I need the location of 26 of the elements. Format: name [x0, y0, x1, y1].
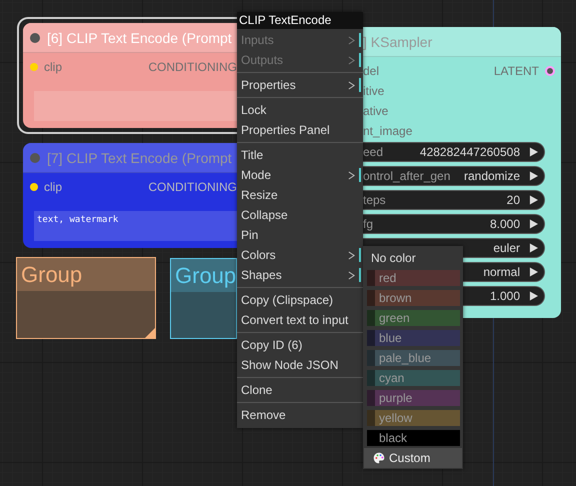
group-title: Group: [175, 262, 236, 288]
input-label: clip: [44, 180, 62, 194]
menu-title: CLIP TextEncode: [237, 12, 363, 29]
input-label: itive: [363, 84, 384, 98]
widget-label: fg: [363, 217, 374, 231]
node-title: [6] CLIP Text Encode (Prompt: [47, 30, 232, 46]
input-label: del: [363, 64, 380, 78]
widget-value: 1.000: [490, 289, 521, 303]
input-label: nt_image: [363, 124, 412, 138]
widget-label: teps: [363, 193, 386, 207]
widget-label: ontrol_after_gen: [363, 169, 450, 183]
widget-value: randomize: [464, 169, 521, 183]
input-label: clip: [44, 60, 62, 74]
widget-value: 20: [506, 193, 521, 207]
widget-value: euler: [493, 241, 521, 255]
node-title: [7] CLIP Text Encode (Prompt: [47, 150, 232, 166]
widget-label: eed: [363, 145, 384, 159]
output-label: CONDITIONING: [148, 60, 237, 74]
widget-value: 428282447260508: [420, 145, 521, 159]
output-label: CONDITIONING: [148, 180, 237, 194]
output-label: LATENT: [494, 64, 539, 78]
widget-value: normal: [483, 265, 521, 279]
group-title: Group: [21, 262, 82, 288]
input-label: ative: [363, 104, 388, 118]
widget-value: 8.000: [490, 217, 521, 231]
node-title: ] KSampler: [363, 34, 432, 50]
